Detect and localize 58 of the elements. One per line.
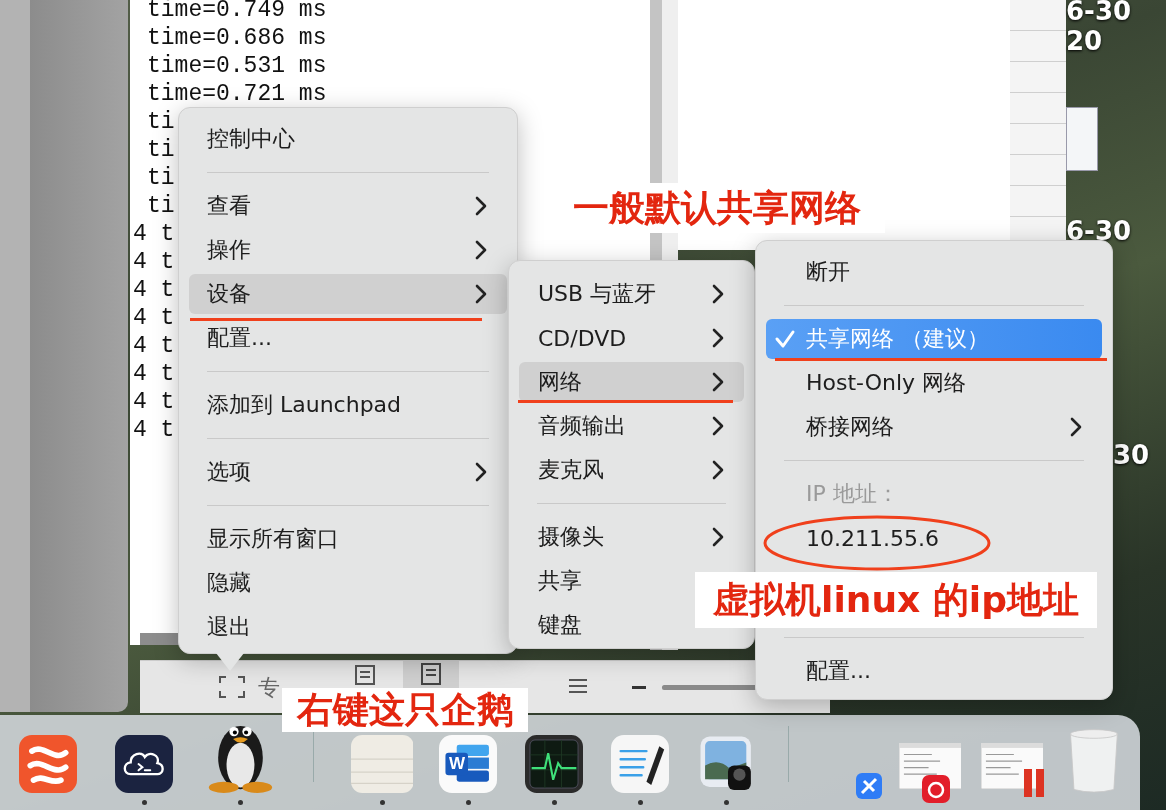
- menu-item[interactable]: 断开: [766, 252, 870, 292]
- menu-item[interactable]: 音频输出: [519, 406, 744, 446]
- menu-item[interactable]: 隐藏: [189, 563, 271, 603]
- toolbar-label: 专: [258, 674, 280, 702]
- heartbeat-icon[interactable]: [525, 735, 583, 793]
- desktop-label: 30: [1113, 440, 1150, 470]
- page-view-icon[interactable]: [354, 664, 376, 686]
- focus-icon[interactable]: [218, 675, 246, 699]
- menu-item[interactable]: 网络: [519, 362, 744, 402]
- menu-item[interactable]: 设备: [189, 274, 507, 314]
- menu-item[interactable]: 显示所有窗口: [189, 519, 359, 559]
- terminal-line: 4 t: [133, 220, 175, 248]
- desktop-label: 6-30: [1066, 216, 1132, 246]
- terminal-line: time=0.686 ms: [147, 24, 327, 52]
- terminal-line: time=0.721 ms: [147, 80, 327, 108]
- desktop-label: 6-30: [1066, 0, 1132, 26]
- menu-item[interactable]: 键盘: [519, 605, 602, 645]
- menu-item: IP 地址：: [805, 480, 900, 508]
- window-thumbnail[interactable]: [1066, 107, 1098, 171]
- page-view-icon[interactable]: [403, 661, 459, 688]
- desktop-label: 20: [1066, 26, 1103, 56]
- terminal-line: time=0.749 ms: [147, 0, 327, 24]
- terminal-line: ti: [147, 136, 175, 164]
- terminal-line: time=0.531 ms: [147, 52, 327, 80]
- menu-item[interactable]: CD/DVD: [519, 318, 744, 358]
- menu-item[interactable]: 共享: [519, 561, 602, 601]
- cloud-icon[interactable]: [115, 735, 173, 793]
- menu-item[interactable]: 添加到 Launchpad: [189, 385, 422, 425]
- squiggle-icon[interactable]: [19, 735, 77, 793]
- terminal-line: 4 t: [133, 276, 175, 304]
- terminal-line: ti: [147, 192, 175, 220]
- menu-item[interactable]: 桥接网络: [766, 407, 1102, 447]
- terminal-line: 4 t: [133, 388, 175, 416]
- menu-item[interactable]: 退出: [189, 607, 271, 647]
- menu-item[interactable]: 配置...: [189, 318, 292, 358]
- menu-item[interactable]: 配置...: [766, 651, 891, 691]
- terminal-line: ti: [147, 108, 175, 136]
- text-editor-icon[interactable]: [611, 735, 669, 793]
- menu-item[interactable]: Host-Only 网络: [766, 363, 987, 403]
- terminal-line: 4 t: [133, 416, 175, 444]
- terminal-line: 4 t: [133, 248, 175, 276]
- menu-item[interactable]: 麦克风: [519, 450, 744, 490]
- menu-item[interactable]: 控制中心: [189, 119, 315, 159]
- terminal-line: 4 t: [133, 304, 175, 332]
- menu-item[interactable]: 操作: [189, 230, 507, 270]
- pause-icon[interactable]: [1024, 767, 1046, 797]
- minus-icon[interactable]: [632, 686, 646, 690]
- terminal-line: ti: [147, 164, 175, 192]
- annotation-label: 虚拟机linux 的ip地址: [695, 572, 1097, 628]
- word-processor-icon[interactable]: W: [439, 735, 497, 793]
- annotation-label: 右键这只企鹅: [282, 688, 528, 732]
- menu-item[interactable]: USB 与蓝牙: [519, 274, 744, 314]
- menu-item[interactable]: 摄像头: [519, 517, 744, 557]
- photo-viewer-icon[interactable]: [698, 735, 754, 793]
- terminal-line: 4 t: [133, 360, 175, 388]
- menu-item[interactable]: 选项: [189, 452, 507, 492]
- terminal-line: 4 t: [133, 332, 175, 360]
- menu-item[interactable]: 查看: [189, 186, 507, 226]
